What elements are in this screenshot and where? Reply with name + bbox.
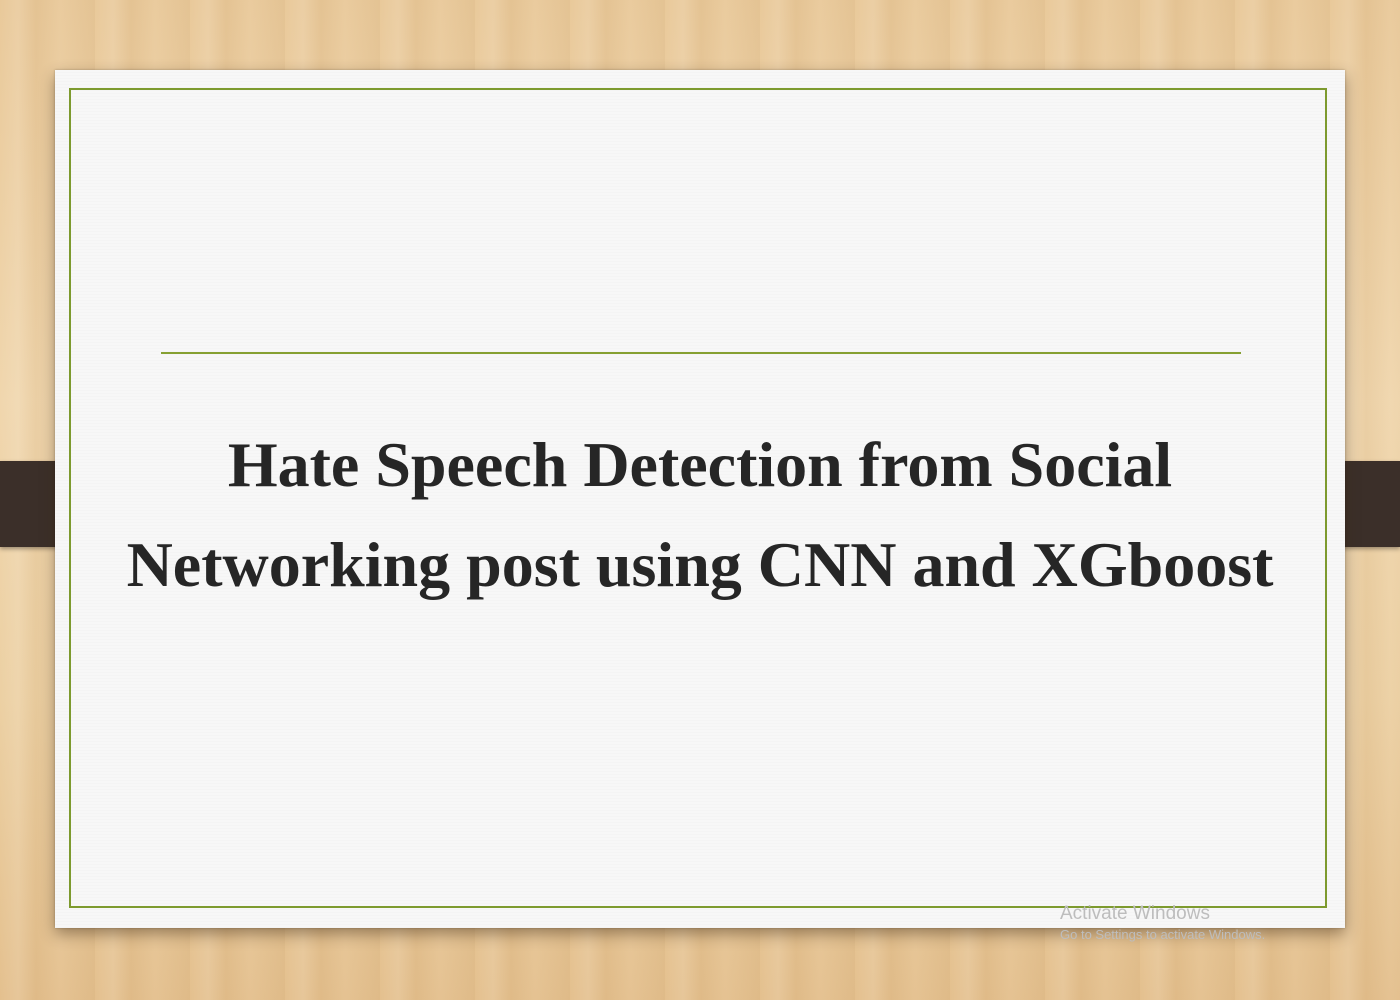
slide-title-line-2: Networking post using CNN and XGboost <box>126 529 1274 600</box>
slide-title[interactable]: Hate Speech Detection from Social Networ… <box>85 415 1315 615</box>
watermark-subtitle: Go to Settings to activate Windows. <box>1060 927 1266 942</box>
slide-canvas[interactable]: Hate Speech Detection from Social Networ… <box>55 70 1345 928</box>
slide-title-line-1: Hate Speech Detection from Social <box>227 429 1173 500</box>
activation-watermark: Activate Windows Go to Settings to activ… <box>1060 902 1265 944</box>
watermark-title: Activate Windows <box>1060 903 1210 924</box>
title-divider-line <box>161 352 1241 354</box>
